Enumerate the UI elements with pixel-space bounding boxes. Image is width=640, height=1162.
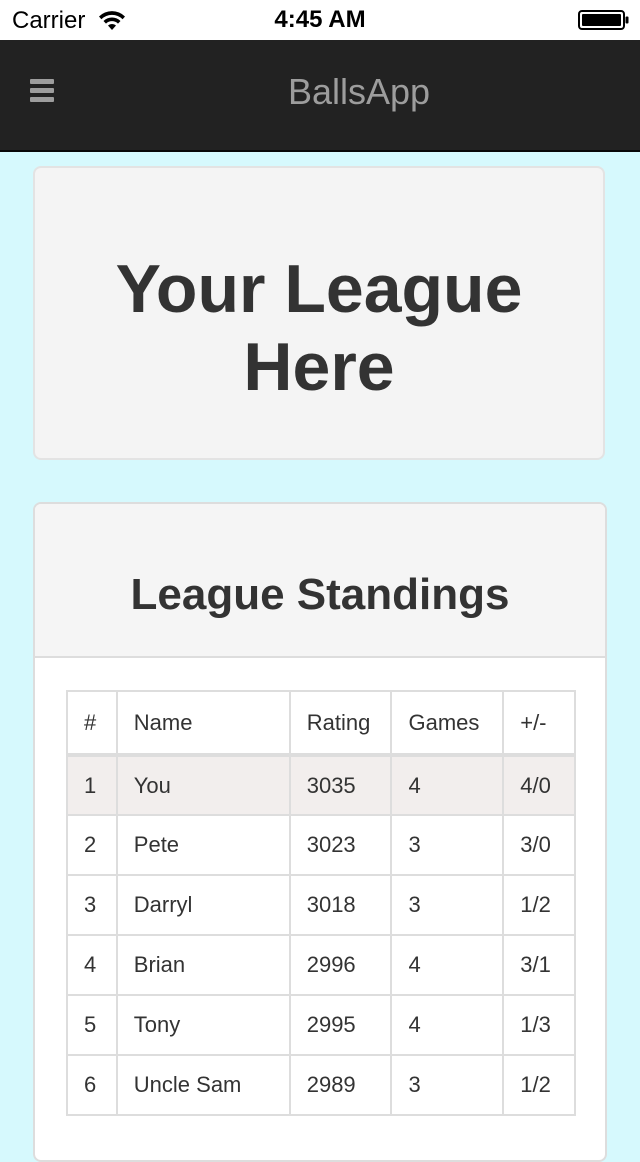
standings-panel: League Standings # Name Rating Games +/-… (33, 502, 607, 1162)
column-header-games[interactable]: Games (390, 690, 505, 757)
status-bar: Carrier 4:45 AM (0, 0, 640, 40)
cell-games: 3 (390, 874, 505, 936)
battery-icon (578, 10, 629, 30)
standings-table: # Name Rating Games +/- 1 You 3035 4 4/0… (66, 690, 576, 1116)
cell-rating: 2996 (288, 934, 393, 996)
app-brand-title[interactable]: BallsApp (0, 70, 640, 114)
cell-plus-minus: 4/0 (502, 754, 576, 816)
league-hero-panel: Your League Here (33, 166, 605, 460)
cell-games: 3 (390, 1054, 505, 1116)
table-row[interactable]: 4 Brian 2996 4 3/1 (66, 934, 576, 996)
column-header-rank[interactable]: # (66, 690, 118, 757)
cell-rank: 1 (66, 754, 118, 816)
standings-panel-heading: League Standings (35, 504, 605, 658)
table-header-row: # Name Rating Games +/- (66, 690, 576, 757)
hero-title-line2: Here (243, 329, 395, 405)
cell-rating: 3023 (288, 814, 393, 876)
hero-title-line1: Your League (115, 251, 523, 327)
cell-name: Uncle Sam (115, 1054, 291, 1116)
top-navbar: BallsApp (0, 40, 640, 152)
cell-name: You (115, 754, 291, 816)
table-row[interactable]: 6 Uncle Sam 2989 3 1/2 (66, 1054, 576, 1116)
cell-name: Tony (115, 994, 291, 1056)
column-header-plus-minus[interactable]: +/- (502, 690, 576, 757)
cell-rating: 3018 (288, 874, 393, 936)
cell-name: Darryl (115, 874, 291, 936)
status-clock: 4:45 AM (274, 6, 366, 33)
cell-rating: 3035 (288, 754, 393, 816)
cell-name: Brian (115, 934, 291, 996)
cell-name: Pete (115, 814, 291, 876)
cell-plus-minus: 3/0 (502, 814, 576, 876)
cell-plus-minus: 1/3 (502, 994, 576, 1056)
cell-games: 4 (390, 754, 505, 816)
cell-games: 4 (390, 934, 505, 996)
cell-rank: 6 (66, 1054, 118, 1116)
cell-rating: 2995 (288, 994, 393, 1056)
cell-plus-minus: 1/2 (502, 1054, 576, 1116)
cell-rank: 2 (66, 814, 118, 876)
cell-rank: 3 (66, 874, 118, 936)
column-header-rating[interactable]: Rating (288, 690, 393, 757)
standings-title: League Standings (130, 570, 510, 619)
cell-games: 3 (390, 814, 505, 876)
cell-rank: 4 (66, 934, 118, 996)
table-row-current-user[interactable]: 1 You 3035 4 4/0 (66, 754, 576, 816)
cell-plus-minus: 1/2 (502, 874, 576, 936)
table-row[interactable]: 2 Pete 3023 3 3/0 (66, 814, 576, 876)
cell-rating: 2989 (288, 1054, 393, 1116)
table-row[interactable]: 5 Tony 2995 4 1/3 (66, 994, 576, 1056)
column-header-name[interactable]: Name (115, 690, 291, 757)
cell-plus-minus: 3/1 (502, 934, 576, 996)
hero-title: Your League Here (35, 250, 603, 406)
table-row[interactable]: 3 Darryl 3018 3 1/2 (66, 874, 576, 936)
cell-rank: 5 (66, 994, 118, 1056)
cell-games: 4 (390, 994, 505, 1056)
